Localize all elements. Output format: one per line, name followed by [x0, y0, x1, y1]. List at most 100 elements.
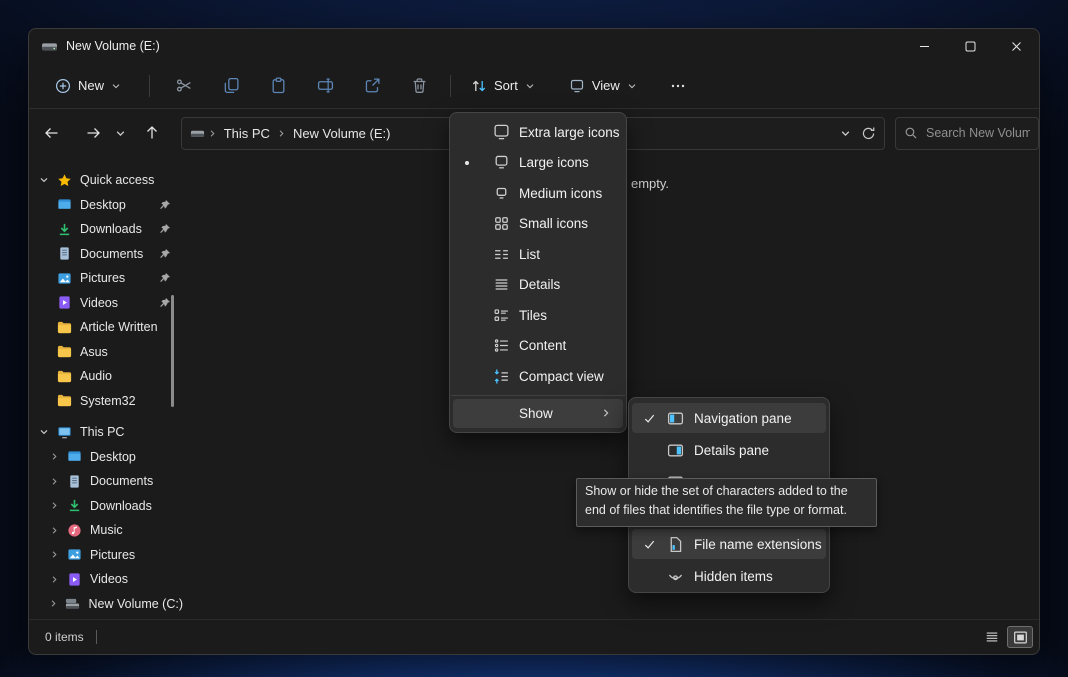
chevron-right-icon[interactable] — [47, 501, 61, 510]
pin-icon — [159, 248, 171, 260]
sidebar-section-this-pc[interactable]: This PC — [29, 420, 183, 445]
sidebar-item-pc-documents[interactable]: Documents — [29, 469, 183, 494]
breadcrumb-new-volume-e[interactable]: New Volume (E:) — [289, 126, 395, 141]
sidebar-item-label: Pictures — [80, 271, 126, 286]
search-input[interactable] — [925, 126, 1030, 140]
menu-item-list[interactable]: List — [450, 239, 626, 270]
menu-item-large-icons[interactable]: Large icons — [450, 148, 626, 179]
downloads-icon — [55, 222, 73, 237]
sidebar-item-label: Pictures — [90, 547, 136, 562]
chevron-right-icon[interactable] — [47, 526, 61, 535]
more-options-button[interactable] — [659, 70, 697, 102]
sidebar-scrollbar-thumb[interactable] — [171, 295, 174, 407]
minimize-icon — [919, 45, 929, 47]
menu-item-details[interactable]: Details — [450, 270, 626, 301]
sidebar-section-quick-access[interactable]: Quick access — [29, 168, 183, 193]
sort-button[interactable]: Sort — [461, 70, 545, 102]
submenu-item-hidden-items[interactable]: Hidden items — [629, 561, 829, 591]
menu-item-label: List — [519, 246, 541, 262]
menu-item-extra-large-icons[interactable]: Extra large icons — [450, 117, 626, 148]
chevron-right-icon[interactable] — [47, 599, 60, 608]
refresh-icon[interactable] — [861, 126, 876, 141]
sidebar-item-label: Documents — [80, 246, 144, 261]
submenu-item-details-pane[interactable]: Details pane — [629, 435, 829, 465]
pictures-icon — [65, 547, 83, 562]
up-button[interactable] — [137, 118, 167, 148]
paste-button[interactable] — [259, 70, 297, 102]
sidebar-item-documents[interactable]: Documents — [29, 242, 183, 267]
view-button[interactable]: View — [559, 70, 647, 102]
downloads-icon — [65, 498, 83, 513]
breadcrumb-this-pc[interactable]: This PC — [220, 126, 274, 141]
share-button[interactable] — [353, 70, 391, 102]
menu-item-label: Tiles — [519, 307, 548, 323]
address-dropdown-chevron-icon[interactable] — [840, 128, 851, 139]
sidebar-item-asus[interactable]: Asus — [29, 340, 183, 365]
menu-item-content[interactable]: Content — [450, 331, 626, 362]
copy-button[interactable] — [212, 70, 250, 102]
drive-icon — [64, 596, 81, 611]
sidebar-item-videos[interactable]: Videos — [29, 291, 183, 316]
navigation-pane: Quick access Desktop Downloads Documents… — [29, 168, 183, 618]
menu-item-tiles[interactable]: Tiles — [450, 300, 626, 331]
details-pane-icon — [666, 442, 684, 459]
thumbnail-view-icon — [1013, 631, 1027, 643]
details-view-icon — [986, 632, 998, 642]
file-extensions-tooltip: Show or hide the set of characters added… — [576, 478, 877, 527]
sort-icon — [472, 80, 486, 91]
maximize-button[interactable] — [947, 29, 993, 63]
chevron-right-icon[interactable] — [47, 550, 61, 559]
sidebar-section-label: Quick access — [80, 173, 155, 188]
sidebar-item-system32[interactable]: System32 — [29, 389, 183, 414]
sidebar-item-pc-music[interactable]: Music — [29, 518, 183, 543]
sidebar-item-pictures[interactable]: Pictures — [29, 266, 183, 291]
sidebar-item-audio[interactable]: Audio — [29, 364, 183, 389]
chevron-right-icon[interactable] — [47, 575, 61, 584]
rename-button[interactable] — [306, 70, 344, 102]
list-icon — [492, 246, 510, 263]
submenu-item-file-name-extensions[interactable]: File name extensions — [632, 529, 826, 559]
command-bar: New Sort View — [29, 63, 1039, 109]
sidebar-item-pc-desktop[interactable]: Desktop — [29, 445, 183, 470]
search-box[interactable] — [894, 116, 1039, 150]
sidebar-item-pc-videos[interactable]: Videos — [29, 567, 183, 592]
sidebar-item-label: New Volume (C:) — [88, 596, 183, 611]
menu-item-label: Compact view — [519, 368, 604, 384]
details-view-toggle[interactable] — [979, 626, 1005, 648]
close-button[interactable] — [993, 29, 1039, 63]
cut-button[interactable] — [165, 70, 203, 102]
menu-item-compact-view[interactable]: Compact view — [450, 361, 626, 392]
menu-item-small-icons[interactable]: Small icons — [450, 209, 626, 240]
sidebar-item-label: Audio — [80, 369, 112, 384]
thumbnail-view-toggle[interactable] — [1007, 626, 1033, 648]
sidebar-item-article-written[interactable]: Article Written — [29, 315, 183, 340]
selected-bullet — [465, 160, 469, 165]
chevron-down-icon[interactable] — [37, 427, 51, 437]
minimize-button[interactable] — [901, 29, 947, 63]
delete-button[interactable] — [400, 70, 438, 102]
sidebar-item-downloads[interactable]: Downloads — [29, 217, 183, 242]
recent-locations-button[interactable] — [110, 118, 132, 148]
back-button[interactable] — [37, 118, 67, 148]
view-menu: Extra large icons Large icons Medium ico… — [449, 112, 627, 433]
menu-item-label: Details — [519, 277, 561, 293]
sidebar-item-desktop[interactable]: Desktop — [29, 193, 183, 218]
chevron-right-icon[interactable] — [47, 452, 61, 461]
cut-icon — [176, 79, 191, 92]
this-pc-icon — [55, 425, 73, 440]
submenu-item-navigation-pane[interactable]: Navigation pane — [632, 403, 826, 433]
submenu-item-label: Navigation pane — [694, 410, 792, 426]
details-icon — [492, 276, 510, 293]
forward-button[interactable] — [78, 118, 108, 148]
new-button-label: New — [78, 78, 105, 93]
menu-item-medium-icons[interactable]: Medium icons — [450, 178, 626, 209]
new-button[interactable]: New — [45, 70, 131, 102]
menu-item-label: Show — [519, 405, 553, 421]
sidebar-item-pc-downloads[interactable]: Downloads — [29, 494, 183, 519]
sidebar-item-pc-new-volume-c[interactable]: New Volume (C:) — [29, 592, 183, 617]
folder-icon — [55, 369, 73, 384]
sidebar-item-pc-pictures[interactable]: Pictures — [29, 543, 183, 568]
chevron-right-icon[interactable] — [47, 477, 61, 486]
menu-item-show[interactable]: Show — [453, 398, 623, 428]
chevron-down-icon[interactable] — [37, 175, 51, 185]
